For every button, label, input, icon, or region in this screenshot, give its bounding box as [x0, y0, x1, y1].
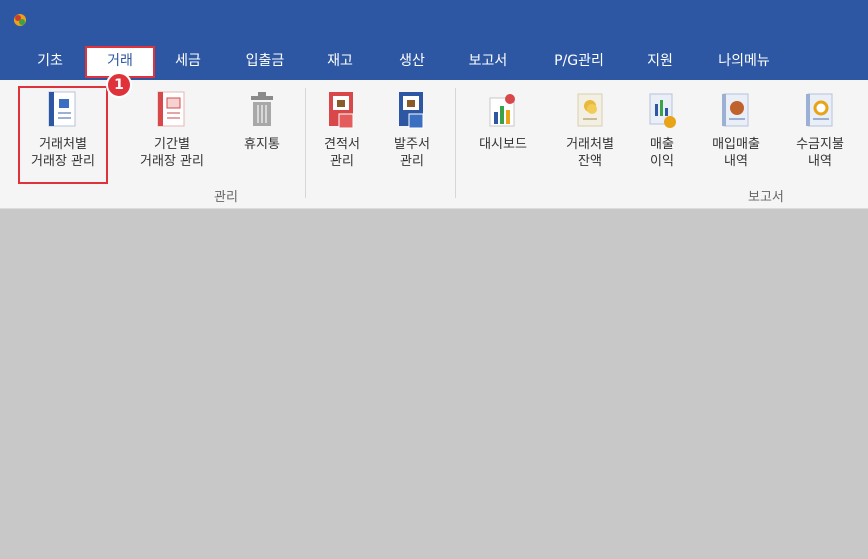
purchase-order-icon: [399, 92, 424, 129]
group-separator: [455, 88, 456, 198]
tab-tax[interactable]: 세금: [162, 46, 214, 78]
quote-management-label: 견적서 관리: [324, 137, 360, 169]
group-label-manage: 관리: [214, 190, 238, 205]
sales-profit-icon: [649, 93, 676, 128]
purchase-order-button[interactable]: 발주서 관리: [380, 80, 444, 184]
client-balance-button[interactable]: 거래처별 잔액: [550, 80, 630, 184]
group-label-report: 보고서: [748, 190, 784, 205]
quote-document-icon: [329, 92, 354, 129]
group-separator: [305, 88, 306, 198]
calendar-ledger-icon: [157, 91, 185, 127]
payment-history-button[interactable]: 수금지불 내역: [780, 80, 860, 184]
step-badge: 1: [106, 72, 132, 98]
tab-report[interactable]: 보고서: [455, 46, 521, 78]
tab-inventory[interactable]: 재고: [314, 46, 366, 78]
tab-support[interactable]: 지원: [634, 46, 686, 78]
tab-my-menu[interactable]: 나의메뉴: [704, 46, 784, 78]
ledger-book-icon: [48, 91, 76, 127]
purchase-sales-history-label: 매입매출 내역: [712, 137, 760, 169]
dashboard-button[interactable]: 대시보드: [466, 80, 540, 184]
purchase-sales-history-icon: [722, 93, 749, 127]
client-ledger-label: 거래처별 거래장 관리: [31, 137, 95, 169]
period-ledger-button[interactable]: 기간별 거래장 관리: [126, 80, 218, 184]
dashboard-chart-icon: [489, 94, 515, 127]
purchase-sales-history-button[interactable]: 매입매출 내역: [696, 80, 776, 184]
balance-coins-icon: [577, 93, 603, 127]
period-ledger-label: 기간별 거래장 관리: [140, 137, 204, 169]
menu-bar: 기초 거래 세금 입출금 재고 생산 보고서 P/G관리 지원 나의메뉴: [0, 38, 868, 80]
sales-profit-button[interactable]: 매출 이익: [634, 80, 690, 184]
tab-basic[interactable]: 기초: [24, 46, 76, 78]
dashboard-label: 대시보드: [479, 137, 527, 152]
app-logo-icon: [14, 14, 26, 26]
quote-management-button[interactable]: 견적서 관리: [310, 80, 374, 184]
trash-label: 휴지통: [244, 137, 280, 152]
tab-deposit-withdrawal[interactable]: 입출금: [232, 46, 298, 78]
payment-history-icon: [806, 93, 833, 127]
client-balance-label: 거래처별 잔액: [566, 137, 614, 169]
title-bar: [0, 0, 868, 38]
trash-button[interactable]: 휴지통: [228, 80, 296, 184]
payment-history-label: 수금지불 내역: [796, 137, 844, 169]
workspace-area: [0, 209, 868, 559]
ribbon: 거래처별 거래장 관리 기간별 거래장 관리 휴지통 견적서 관리 발주서 관리…: [0, 80, 868, 209]
client-ledger-button[interactable]: 거래처별 거래장 관리: [18, 80, 108, 184]
sales-profit-label: 매출 이익: [650, 137, 674, 169]
tab-production[interactable]: 생산: [386, 46, 438, 78]
purchase-order-label: 발주서 관리: [394, 137, 430, 169]
tab-pg-management[interactable]: P/G관리: [540, 46, 618, 78]
trash-icon: [251, 92, 273, 126]
